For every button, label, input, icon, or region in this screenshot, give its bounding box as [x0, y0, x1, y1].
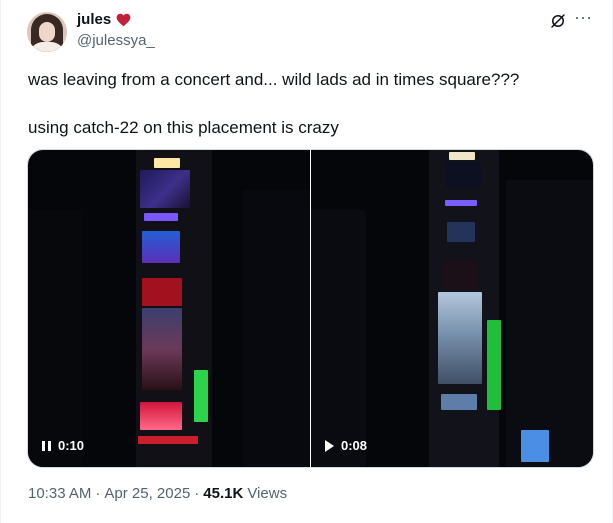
author-display-name[interactable]: jules [77, 11, 111, 28]
play-icon[interactable] [325, 439, 334, 452]
tweet-text-line-1: was leaving from a concert and... wild l… [28, 70, 520, 89]
tweet-meta: 10:33 AM · Apr 25, 2025 · 45.1K Views [28, 485, 287, 502]
separator: · [95, 485, 101, 502]
billboard-logo [140, 170, 190, 208]
avatar-face [39, 22, 55, 42]
views-label: Views [247, 485, 288, 502]
billboard-character [142, 308, 182, 390]
billboard-bottom [140, 402, 182, 430]
timestamp[interactable]: 10:33 AM [28, 485, 91, 502]
billboard-green [194, 370, 208, 422]
tweet-text-line-2: using catch-22 on this placement is craz… [28, 118, 339, 137]
media-grid: 0:10 0:08 [27, 149, 594, 468]
tweet-text: was leaving from a concert and... wild l… [28, 68, 588, 140]
building-right [243, 190, 310, 467]
heart-icon [116, 13, 131, 26]
billboard-top [449, 152, 475, 160]
more-icon[interactable]: ··· [573, 8, 593, 29]
billboard-portrait [438, 292, 482, 384]
views-count[interactable]: 45.1K [203, 485, 243, 502]
grok-icon[interactable] [549, 12, 567, 30]
separator: · [194, 485, 200, 502]
street-lights [138, 436, 198, 444]
billboard-top [154, 158, 180, 168]
building-left [311, 210, 366, 467]
pause-icon[interactable] [42, 440, 51, 451]
tweet-card[interactable]: jules @julessya_ ··· was leaving from a … [0, 0, 613, 523]
billboard-red [142, 278, 182, 306]
video-1-controls[interactable]: 0:10 [42, 438, 84, 453]
author-name-row: jules [77, 11, 131, 28]
avatar[interactable] [27, 12, 67, 52]
video-1-time: 0:10 [58, 438, 85, 453]
billboard-logo [445, 162, 481, 188]
video-player-2[interactable]: 0:08 [311, 150, 593, 467]
author-handle[interactable]: @julessya_ [77, 32, 155, 49]
billboard-band [445, 200, 477, 206]
billboard-bottom [441, 394, 477, 410]
billboard-side [521, 430, 549, 462]
billboard-slogan [443, 260, 477, 290]
billboard-small [447, 222, 475, 242]
building-left [28, 210, 83, 467]
video-player-1[interactable]: 0:10 [28, 150, 310, 467]
billboard-band [144, 213, 178, 221]
video-2-time: 0:08 [341, 438, 368, 453]
billboard-rafayel [142, 231, 180, 263]
date[interactable]: Apr 25, 2025 [104, 485, 190, 502]
building-right [506, 180, 593, 467]
video-2-controls[interactable]: 0:08 [325, 438, 367, 453]
billboard-green [487, 320, 501, 410]
